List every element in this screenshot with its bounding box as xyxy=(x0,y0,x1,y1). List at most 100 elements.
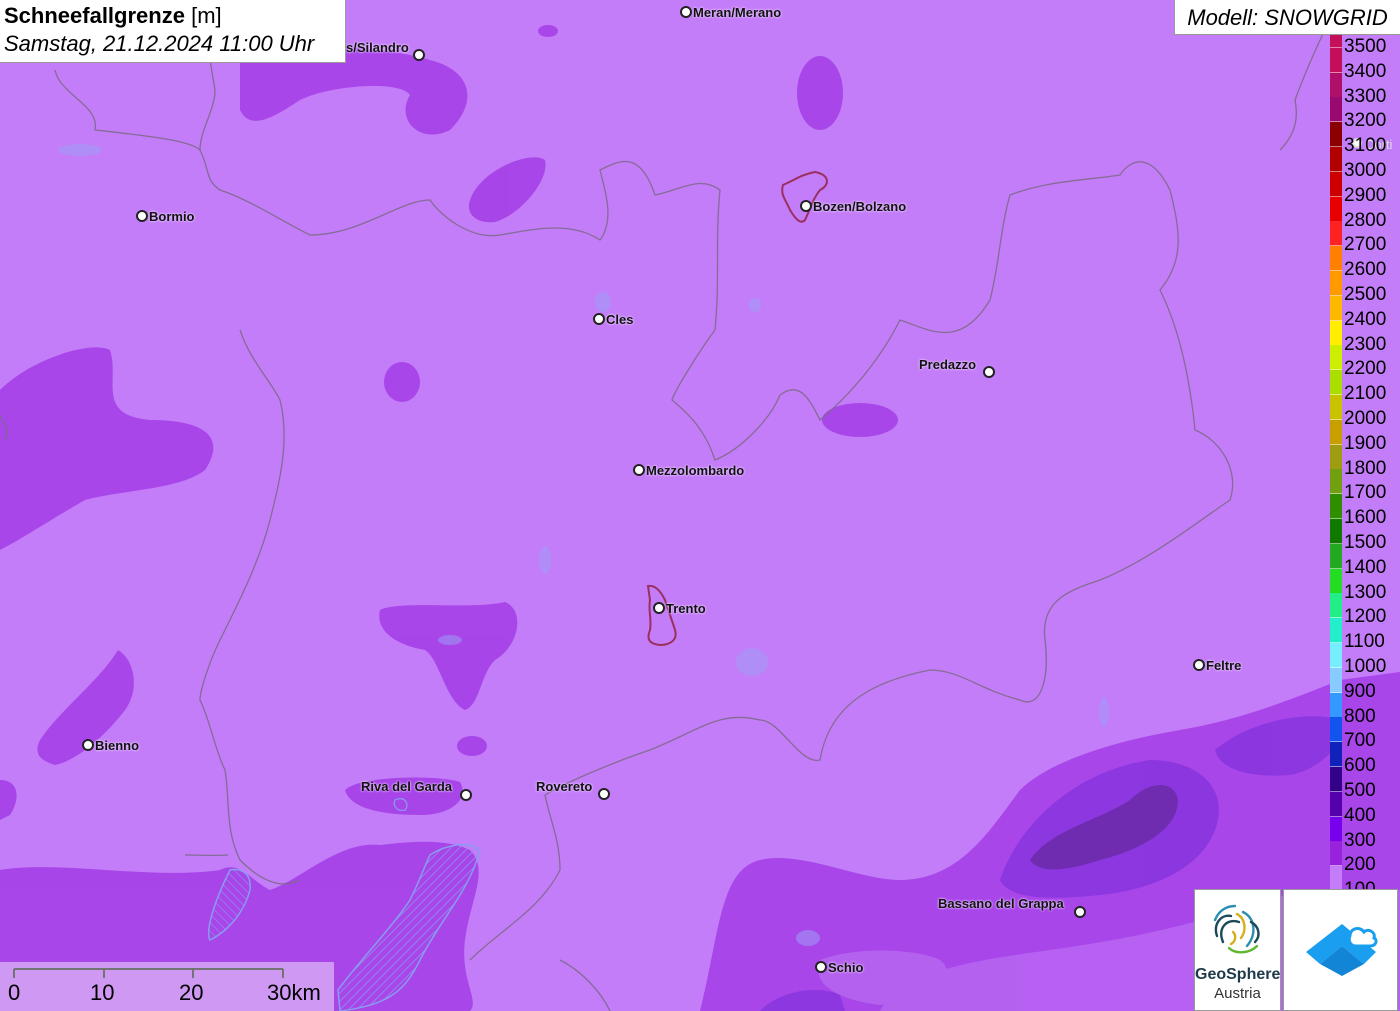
legend-row: 2000 xyxy=(1328,395,1400,429)
city-label: Bienno xyxy=(95,738,140,753)
legend-swatch xyxy=(1330,816,1342,842)
legend-swatch xyxy=(1330,692,1342,718)
legend-row: 2800 xyxy=(1328,196,1400,231)
legend-swatch xyxy=(1330,320,1342,346)
legend-swatch xyxy=(1330,171,1342,197)
legend-row: 2300 xyxy=(1328,320,1400,355)
legend-swatch xyxy=(1330,147,1342,172)
geosphere-logo[interactable]: GeoSphere Austria xyxy=(1194,889,1281,1011)
city-dot-icon xyxy=(598,788,610,800)
city-dot-icon xyxy=(136,210,148,222)
city-label: Cles xyxy=(606,312,634,327)
scale-label-0: 0 xyxy=(8,980,21,1005)
legend-row: 200 xyxy=(1328,841,1400,875)
color-legend: 3500 3400 3300 3200 3100 3000 2900 2800 2700 2600… xyxy=(1328,35,1400,891)
legend-swatch xyxy=(1330,122,1342,148)
legend-row: 300 xyxy=(1328,816,1400,851)
city-label: Riva del Garda xyxy=(361,779,453,794)
scale-label-20: 20 xyxy=(179,980,204,1005)
legend-row: 800 xyxy=(1328,692,1400,727)
legend-swatch xyxy=(1330,419,1342,445)
legend-row: 500 xyxy=(1328,767,1400,801)
city-label: Schio xyxy=(828,960,864,975)
legend-swatch xyxy=(1330,444,1342,470)
legend-row: 1500 xyxy=(1328,519,1400,553)
city-dot-icon xyxy=(1074,906,1086,918)
legend-swatch xyxy=(1330,841,1342,867)
legend-row: 3300 xyxy=(1328,72,1400,107)
legend-swatch xyxy=(1330,593,1342,619)
legend-swatch xyxy=(1330,543,1342,569)
legend-row: 3400 xyxy=(1328,47,1400,82)
geosphere-name: GeoSphere xyxy=(1195,966,1281,983)
legend-row: 3200 xyxy=(1328,97,1400,131)
legend-swatch xyxy=(1330,246,1342,272)
city-dot-icon xyxy=(653,602,665,614)
legend-swatch xyxy=(1330,643,1342,668)
title-text: Schneefallgrenze xyxy=(4,3,185,28)
map-title-panel: Schneefallgrenze [m] Samstag, 21.12.2024… xyxy=(0,0,346,63)
legend-row: 2400 xyxy=(1328,295,1400,330)
weather-app-logo[interactable] xyxy=(1283,889,1398,1011)
legend-row: 600 xyxy=(1328,742,1400,776)
legend-swatch xyxy=(1330,767,1342,792)
legend-row: 400 xyxy=(1328,791,1400,826)
city-label: Rovereto xyxy=(536,779,593,794)
city-label: Trento xyxy=(666,601,706,616)
legend-swatch xyxy=(1330,345,1342,371)
city-dot-icon xyxy=(593,313,605,325)
legend-swatch xyxy=(1330,221,1342,247)
legend-row: 1000 xyxy=(1328,643,1400,677)
legend-row: 1400 xyxy=(1328,543,1400,578)
city-label: Feltre xyxy=(1206,658,1242,673)
geosphere-swirl-icon xyxy=(1213,904,1260,954)
city-label: Meran/Merano xyxy=(693,5,782,20)
city-dot-icon xyxy=(983,366,995,378)
scalebar: 0 10 20 30km xyxy=(0,962,334,1011)
scale-label-10: 10 xyxy=(90,980,115,1005)
house-cloud-icon xyxy=(1306,924,1378,976)
legend-swatch xyxy=(1330,568,1342,594)
title-unit: [m] xyxy=(191,3,222,28)
map-canvas[interactable] xyxy=(0,0,1400,1011)
scale-label-30km: 30km xyxy=(267,980,321,1005)
city-dot-icon xyxy=(800,200,812,212)
legend-swatch xyxy=(1330,519,1342,544)
legend-row: 2500 xyxy=(1328,271,1400,305)
city-label: Mezzolombardo xyxy=(646,463,745,478)
legend-swatch xyxy=(1330,47,1342,73)
city-dot-icon xyxy=(413,49,425,61)
legend-swatch xyxy=(1330,196,1342,222)
legend-row: 3100 xyxy=(1328,122,1400,156)
legend-swatch xyxy=(1330,667,1342,693)
legend-row: 1300 xyxy=(1328,568,1400,603)
model-label: Modell: SNOWGRID xyxy=(1174,0,1400,35)
legend-row: 1700 xyxy=(1328,469,1400,503)
city-label: Bassano del Grappa xyxy=(938,896,1064,911)
city-label: s/Silandro xyxy=(346,40,409,55)
legend-row: 1900 xyxy=(1328,419,1400,454)
city-dot-icon xyxy=(460,789,472,801)
legend-swatch xyxy=(1330,370,1342,396)
legend-row: 1800 xyxy=(1328,444,1400,479)
legend-row: 1600 xyxy=(1328,494,1400,528)
legend-row: 1100 xyxy=(1328,618,1400,652)
legend-swatch xyxy=(1330,494,1342,520)
city-dot-icon xyxy=(82,739,94,751)
legend-swatch xyxy=(1330,469,1342,495)
legend-row: 3500 xyxy=(1328,35,1400,57)
city-dot-icon xyxy=(680,6,692,18)
forecast-datetime: Samstag, 21.12.2024 11:00 Uhr xyxy=(4,31,315,56)
geosphere-country: Austria xyxy=(1214,985,1261,1002)
legend-swatch xyxy=(1330,742,1342,768)
legend-swatch xyxy=(1330,97,1342,123)
legend-swatch xyxy=(1330,72,1342,98)
city-dot-icon xyxy=(1193,659,1205,671)
legend-row: 1200 xyxy=(1328,593,1400,627)
legend-row: 2200 xyxy=(1328,345,1400,379)
city-dot-icon xyxy=(633,464,645,476)
legend-row: 3000 xyxy=(1328,147,1400,181)
legend-swatch xyxy=(1330,866,1342,891)
legend-row: 700 xyxy=(1328,717,1400,751)
legend-swatch xyxy=(1330,395,1342,420)
